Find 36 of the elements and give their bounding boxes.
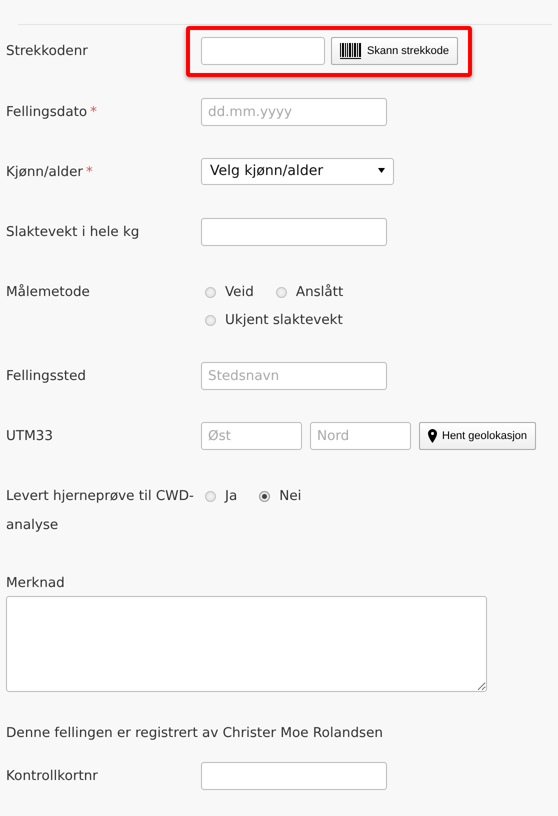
field-label: Slaktevekt i hele kg [6, 223, 140, 242]
radio-button[interactable] [276, 286, 287, 298]
registered-by-text: Denne fellingen er registrert av Christer Moe Rolandsen [6, 724, 383, 743]
radio-label[interactable]: Anslått [296, 278, 344, 306]
radio-button[interactable] [259, 490, 270, 502]
radio-button[interactable] [205, 314, 216, 326]
field-label: Merknad [6, 574, 66, 593]
field-label: Kjønn/alder * [6, 163, 94, 182]
input-field[interactable]: Stedsnavn [201, 362, 387, 390]
barcode-icon [340, 43, 362, 59]
required-mark: * [86, 164, 93, 180]
scan-barcode-button[interactable]: Skann strekkode [331, 37, 458, 65]
field-label: Fellingsdato * [6, 103, 98, 122]
input-field[interactable] [201, 218, 387, 246]
radio-label[interactable]: Nei [279, 482, 302, 510]
input-field[interactable]: Nord [310, 422, 411, 450]
field-label: Målemetode [6, 283, 91, 302]
field-label: Strekkodenr [6, 42, 89, 61]
radio-button[interactable] [205, 286, 216, 298]
input-field[interactable]: Øst [201, 422, 302, 450]
radio-button[interactable] [205, 490, 216, 502]
field-label: UTM33 [6, 427, 54, 446]
barcode-field[interactable] [201, 37, 325, 65]
select-dropdown[interactable]: Velg kjønn/alder [201, 158, 394, 185]
required-mark: * [90, 104, 97, 120]
radio-label[interactable]: Ja [225, 482, 238, 510]
field-label: Kontrollkortnr [6, 767, 99, 786]
radio-label[interactable]: Ukjent slaktevekt [225, 306, 343, 334]
get-location-button[interactable]: Hent geolokasjon [419, 422, 536, 450]
field-label: Fellingssted [6, 367, 87, 386]
radio-label[interactable]: Veid [225, 278, 254, 306]
map-pin-icon [428, 429, 437, 443]
comment-textarea[interactable] [6, 596, 487, 692]
field-label: Levert hjerneprøve til CWD-analyse [6, 487, 195, 535]
input-field[interactable]: dd.mm.yyyy [201, 98, 387, 126]
input-field[interactable] [201, 762, 387, 790]
